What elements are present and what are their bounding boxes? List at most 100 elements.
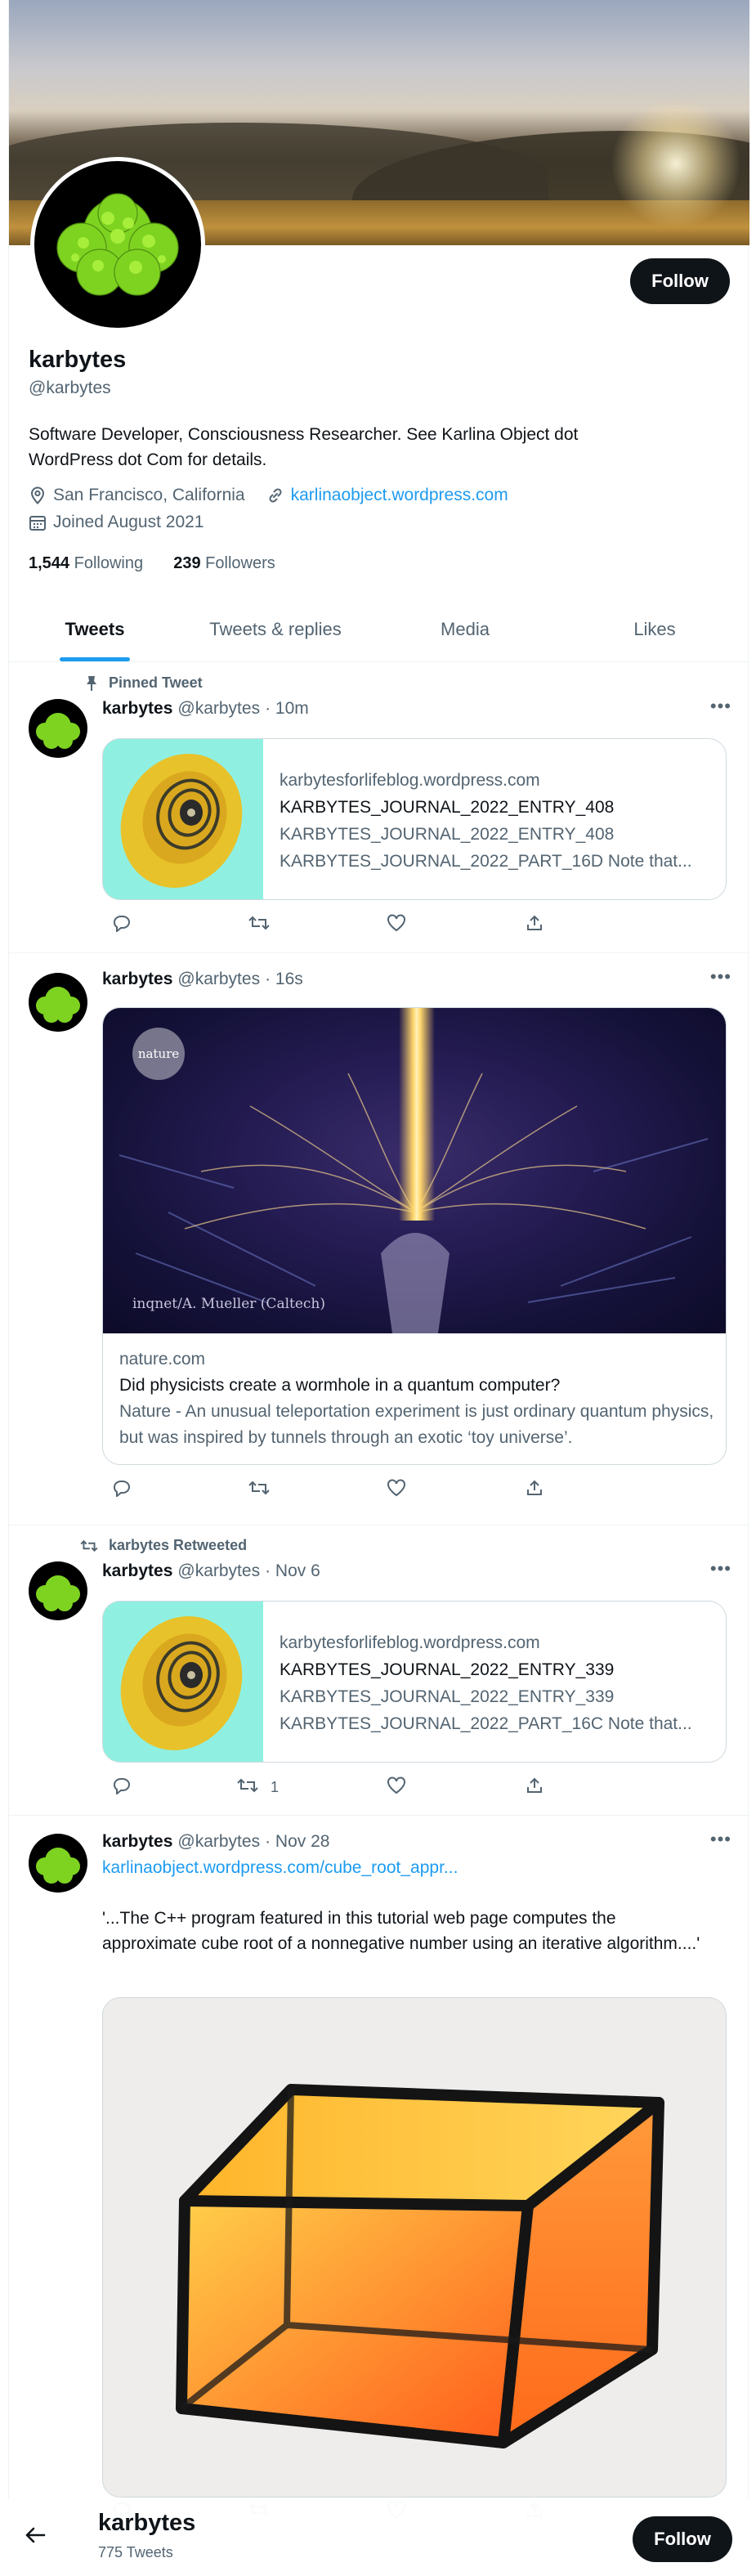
tweet-author[interactable]: karbytes xyxy=(102,1561,172,1581)
share-button[interactable] xyxy=(514,1479,653,1501)
tweet-avatar[interactable] xyxy=(29,1834,87,1893)
profile-stats: 1,544 Following 239 Followers xyxy=(29,554,275,573)
retweet-icon xyxy=(248,1479,271,1501)
tweet-context: Pinned Tweet xyxy=(66,674,203,692)
profile-avatar[interactable] xyxy=(30,157,205,332)
following-link[interactable]: 1,544 Following xyxy=(29,554,143,572)
tweet-header: karbytes @karbytes · Nov 6 xyxy=(102,1561,731,1581)
reply-button[interactable] xyxy=(97,1776,236,1799)
card-desc-2: KARBYTES_JOURNAL_2022_PART_16C Note that… xyxy=(280,1714,692,1733)
reply-button[interactable] xyxy=(97,1479,236,1501)
tweet-actions xyxy=(97,1479,653,1501)
tweet-time[interactable]: · Nov 6 xyxy=(265,1561,320,1581)
tab-likes[interactable]: Likes xyxy=(560,597,749,661)
tweet-avatar[interactable] xyxy=(29,699,87,758)
sticky-follow-button[interactable]: Follow xyxy=(633,2516,732,2562)
tweet-count: 775 Tweets xyxy=(98,2544,173,2560)
card-text: karbytesforlifeblog.wordpress.com KARBYT… xyxy=(280,767,713,875)
profile-name: karbytes xyxy=(29,347,127,373)
more-icon[interactable]: ••• xyxy=(710,966,731,988)
tab-media[interactable]: Media xyxy=(370,597,560,661)
tweet-context: karbytes Retweeted xyxy=(66,1537,247,1554)
heart-icon xyxy=(387,1776,406,1799)
card-domain: karbytesforlifeblog.wordpress.com xyxy=(280,1633,540,1652)
retweet-button[interactable] xyxy=(236,1479,375,1501)
card-desc-1: KARBYTES_JOURNAL_2022_ENTRY_339 xyxy=(280,1687,615,1706)
share-icon xyxy=(526,1479,544,1501)
profile-meta: San Francisco, California karlinaobject.… xyxy=(29,486,508,505)
calendar-icon xyxy=(29,513,47,531)
card-title: KARBYTES_JOURNAL_2022_ENTRY_339 xyxy=(280,1660,615,1679)
tweet-time[interactable]: · 10m xyxy=(265,699,309,719)
share-button[interactable] xyxy=(514,1776,653,1799)
tweet-time[interactable]: · Nov 28 xyxy=(265,1832,329,1852)
heart-icon xyxy=(387,914,406,936)
tweet-avatar[interactable] xyxy=(29,973,87,1032)
card-desc: Nature - An unusual teleportation experi… xyxy=(119,1402,714,1447)
tweet-handle[interactable]: @karbytes xyxy=(177,1832,260,1852)
romanesco-image xyxy=(56,193,179,296)
more-icon[interactable]: ••• xyxy=(710,1829,731,1850)
reply-icon xyxy=(112,1776,132,1799)
tweet-header: karbytes @karbytes · Nov 28 xyxy=(102,1832,731,1852)
tweet-avatar[interactable] xyxy=(29,1561,87,1620)
profile-column: Follow karbytes @karbytes Software Devel… xyxy=(8,0,749,2576)
card-thumbnail xyxy=(103,739,263,899)
share-button[interactable] xyxy=(514,914,653,936)
card-title: KARBYTES_JOURNAL_2022_ENTRY_408 xyxy=(280,798,615,817)
more-icon[interactable]: ••• xyxy=(710,696,731,717)
retweet-count: 1 xyxy=(271,1779,280,1795)
profile-bio: Software Developer, Consciousness Resear… xyxy=(29,425,579,469)
share-icon xyxy=(526,1776,544,1799)
card-desc-1: KARBYTES_JOURNAL_2022_ENTRY_408 xyxy=(280,825,615,844)
retweet-icon xyxy=(66,1539,99,1553)
card-domain: nature.com xyxy=(119,1350,206,1369)
pin-icon xyxy=(66,675,99,692)
share-icon xyxy=(526,914,544,936)
tweet-handle[interactable]: @karbytes xyxy=(177,1561,260,1581)
reply-icon xyxy=(112,1479,132,1501)
like-button[interactable] xyxy=(375,1479,514,1501)
tweet-handle[interactable]: @karbytes xyxy=(177,970,260,989)
tweet[interactable]: Pinned Tweet karbytes @karbytes · 10m ••… xyxy=(9,663,749,953)
card-text: karbytesforlifeblog.wordpress.com KARBYT… xyxy=(280,1629,713,1737)
retweet-icon xyxy=(236,1776,259,1799)
tweet-handle[interactable]: @karbytes xyxy=(177,699,260,719)
card-title: Did physicists create a wormhole in a qu… xyxy=(119,1376,561,1395)
retweet-button[interactable] xyxy=(236,914,375,936)
more-icon[interactable]: ••• xyxy=(710,1558,731,1579)
retweet-button[interactable]: 1 xyxy=(236,1776,375,1799)
link-icon xyxy=(266,486,284,504)
tweet-time[interactable]: · 16s xyxy=(265,970,303,989)
back-arrow-icon[interactable] xyxy=(25,2524,46,2550)
link-card[interactable]: karbytesforlifeblog.wordpress.com KARBYT… xyxy=(102,1601,727,1763)
like-button[interactable] xyxy=(375,1776,514,1799)
tweet-link[interactable]: karlinaobject.wordpress.com/cube_root_ap… xyxy=(102,1858,458,1878)
tweet-image[interactable] xyxy=(102,1997,727,2498)
retweet-icon xyxy=(248,914,271,936)
reply-button[interactable] xyxy=(97,914,236,936)
tweet[interactable]: karbytes Retweeted karbytes @karbytes · … xyxy=(9,1525,749,1816)
tweet-actions xyxy=(97,914,653,936)
tab-tweets-replies[interactable]: Tweets & replies xyxy=(181,597,370,661)
profile-location: San Francisco, California xyxy=(53,486,245,504)
image-credit: inqnet/A. Mueller (Caltech) xyxy=(132,1296,326,1312)
profile-joined: Joined August 2021 xyxy=(53,513,204,531)
tweet[interactable]: karbytes @karbytes · 16s ••• nature inqn… xyxy=(9,953,749,1525)
tweet-header: karbytes @karbytes · 10m xyxy=(102,699,731,719)
follow-button[interactable]: Follow xyxy=(630,258,730,304)
tweet-author[interactable]: karbytes xyxy=(102,970,172,989)
profile-website-link[interactable]: karlinaobject.wordpress.com xyxy=(291,486,508,505)
link-card[interactable]: karbytesforlifeblog.wordpress.com KARBYT… xyxy=(102,738,727,900)
tweet[interactable]: karbytes @karbytes · Nov 28 ••• karlinao… xyxy=(9,1816,749,2576)
followers-link[interactable]: 239 Followers xyxy=(173,554,275,572)
tab-tweets[interactable]: Tweets xyxy=(9,597,181,661)
tweet-actions: 1 xyxy=(97,1776,653,1799)
card-desc-2: KARBYTES_JOURNAL_2022_PART_16D Note that… xyxy=(280,852,692,871)
like-button[interactable] xyxy=(375,914,514,936)
card-thumbnail xyxy=(103,1602,263,1762)
link-card[interactable]: nature inqnet/A. Mueller (Caltech) natur… xyxy=(102,1007,727,1465)
tweet-author[interactable]: karbytes xyxy=(102,699,172,719)
tweet-author[interactable]: karbytes xyxy=(102,1832,172,1852)
profile-handle: @karbytes xyxy=(29,379,111,397)
